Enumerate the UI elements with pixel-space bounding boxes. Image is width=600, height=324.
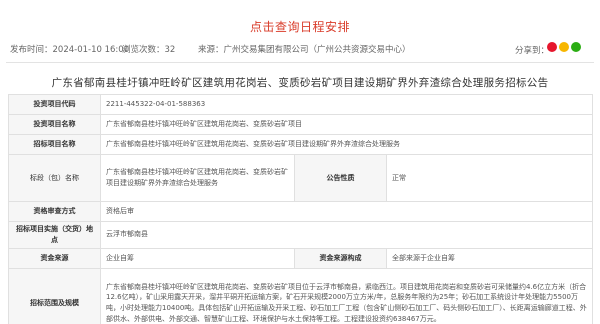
schedule-query-link[interactable]: 点击查询日程安排: [0, 18, 600, 35]
fund-source-label: 资金来源: [8, 247, 101, 269]
table-row: 资格审查方式 资格后审: [8, 201, 594, 222]
meta-row: 发布时间：2024-01-10 16:00 浏览次数：32 来源：广州交易集团有…: [0, 42, 600, 56]
share-icons: [547, 42, 581, 52]
table-row: 标段（包）名称 广东省郁南县桂圩镇冲旺岭矿区建筑用花岗岩、变质砂岩矿项目建设期矿…: [8, 154, 594, 202]
scope-label: 招标范围及规模: [8, 267, 101, 324]
table-row: 投资项目名称 广东省郁南县桂圩镇冲旺岭矿区建筑用花岗岩、变质砂岩矿项目: [8, 114, 594, 135]
tender-project-label: 招标项目名称: [8, 134, 101, 155]
table-row: 招标项目实施（交货）地点 云浮市郁南县: [8, 221, 594, 249]
fund-composition-label: 资金来源构成: [294, 247, 387, 269]
page-title: 广东省郁南县桂圩镇冲旺岭矿区建筑用花岗岩、变质砂岩矿项目建设期矿界外弃渣综合处理…: [51, 77, 549, 89]
project-name-value: 广东省郁南县桂圩镇冲旺岭矿区建筑用花岗岩、变质砂岩矿项目: [99, 114, 594, 135]
code-label: 投资项目代码: [8, 94, 101, 115]
review-method-label: 资格审查方式: [8, 201, 101, 222]
notice-type-value: 正常: [385, 154, 594, 202]
wechat-icon[interactable]: [571, 42, 581, 52]
section-label: 标段（包）名称: [8, 154, 101, 202]
table-row: 投资项目代码 2211-445322-04-01-588363: [8, 94, 594, 115]
section-value: 广东省郁南县桂圩镇冲旺岭矿区建筑用花岗岩、变质砂岩矿项目建设期矿界外弃渣综合处理…: [100, 154, 295, 202]
fund-composition-value: 全部来源于企业自筹: [385, 247, 594, 269]
fund-source-value: 企业自筹: [100, 247, 295, 269]
tender-project-value: 广东省郁南县桂圩镇冲旺岭矿区建筑用花岗岩、变质砂岩矿项目建设期矿界外弃渣综合处理…: [99, 134, 594, 155]
tender-info-table: 投资项目代码 2211-445322-04-01-588363 投资项目名称 广…: [8, 94, 594, 324]
view-count: 浏览次数：32: [122, 45, 176, 55]
qzone-icon[interactable]: [559, 42, 569, 52]
review-method-value: 资格后审: [99, 201, 594, 222]
location-label: 招标项目实施（交货）地点: [8, 221, 101, 249]
location-value: 云浮市郁南县: [99, 221, 594, 249]
weibo-icon[interactable]: [547, 42, 557, 52]
table-row: 资金来源 企业自筹 资金来源构成 全部来源于企业自筹: [8, 247, 594, 269]
project-name-label: 投资项目名称: [8, 114, 101, 135]
notice-type-label: 公告性质: [294, 154, 387, 202]
table-row: 招标范围及规模 广东省郁南县桂圩镇冲旺岭矿区建筑用花岗岩、变质砂岩矿项目位于云浮…: [8, 267, 594, 324]
share-label: 分享到：: [515, 46, 550, 56]
publish-time: 发布时间：2024-01-10 16:00: [10, 45, 130, 55]
table-row: 招标项目名称 广东省郁南县桂圩镇冲旺岭矿区建筑用花岗岩、变质砂岩矿项目建设期矿界…: [8, 134, 594, 155]
divider: [6, 62, 594, 63]
source-info: 来源：广州交易集团有限公司（广州公共资源交易中心）: [198, 45, 411, 55]
scope-value: 广东省郁南县桂圩镇冲旺岭矿区建筑用花岗岩、变质砂岩矿项目位于云浮市郁南县，紧临西…: [99, 267, 594, 324]
code-value: 2211-445322-04-01-588363: [99, 94, 594, 115]
